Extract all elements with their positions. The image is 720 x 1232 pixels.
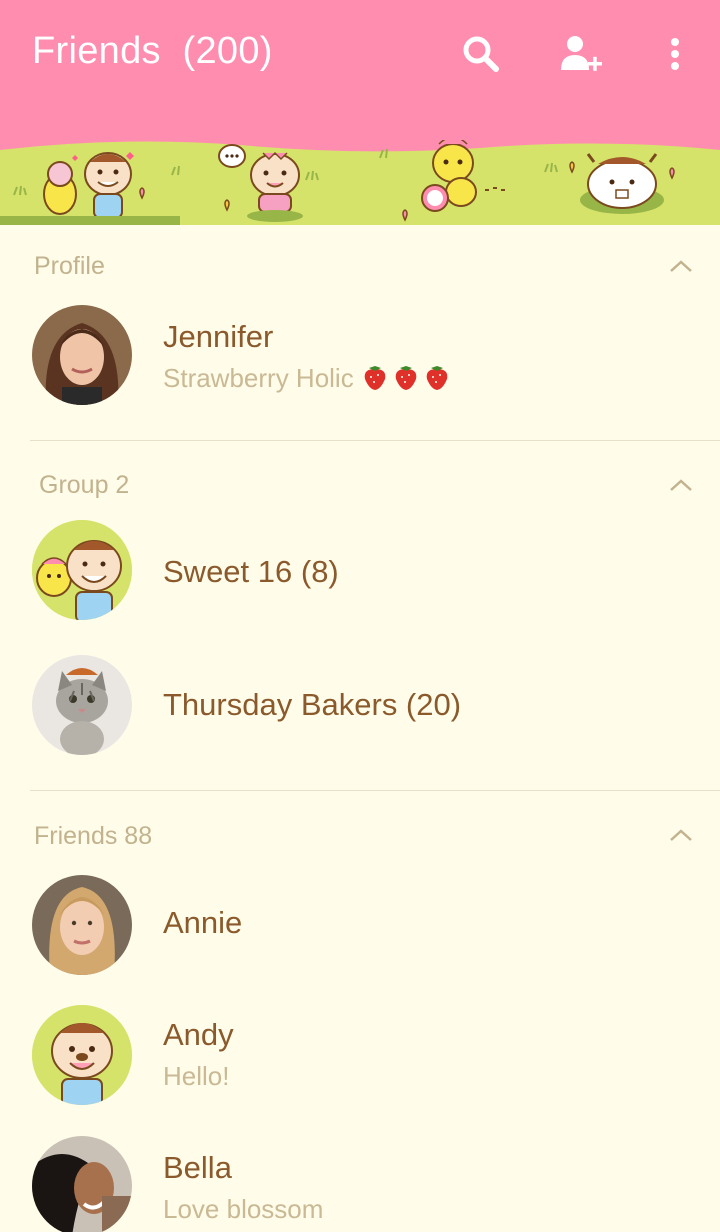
chats-tab[interactable] [215,140,335,225]
status-message: Strawberry Holic [163,363,456,398]
section-divider [30,790,720,791]
active-tab-indicator [0,216,180,225]
strawberry-icon [361,363,456,398]
status-message: Hello! [163,1061,230,1091]
more-tab[interactable] [560,148,690,223]
tab-banner [0,140,720,225]
friend-count: (200) [182,30,273,72]
group-row[interactable]: Sweet 16 (8) [0,520,720,630]
group-name: Thursday Bakers (20) [163,687,462,722]
avatar [32,520,132,620]
section-divider [30,440,720,441]
collapse-chevron-icon[interactable] [668,827,694,843]
avatar [32,305,132,405]
tab-indicator-bar [0,216,720,225]
friend-row[interactable]: Bella Love blossom [0,1136,720,1232]
avatar [32,655,132,755]
timeline-tab[interactable] [395,140,510,225]
group-row[interactable]: Thursday Bakers (20) [0,655,720,765]
contact-name: Jennifer [163,319,274,354]
title-text: Friends [32,30,161,72]
friend-row[interactable]: Andy Hello! [0,1005,720,1115]
avatar [32,1136,132,1232]
contact-name: Bella [163,1150,232,1185]
section-header-profile: Profile [34,252,105,280]
section-header-friends: Friends 88 [34,822,153,850]
friends-tab[interactable] [38,148,178,225]
contact-name: Annie [163,905,243,940]
page-title: Friends (200) [32,30,273,73]
friend-row[interactable]: Annie [0,875,720,985]
add-friend-icon[interactable] [556,30,604,78]
collapse-chevron-icon[interactable] [668,258,694,274]
contact-name: Andy [163,1017,234,1052]
group-name: Sweet 16 (8) [163,554,339,589]
section-header-groups: Group 2 [39,471,130,499]
more-vertical-icon[interactable] [651,30,699,78]
collapse-chevron-icon[interactable] [668,477,694,493]
search-icon[interactable] [457,30,505,78]
status-message: Love blossom [163,1194,324,1224]
status-text: Strawberry Holic [163,363,354,393]
app-header: Friends (200) [0,0,720,140]
avatar [32,1005,132,1105]
profile-row[interactable]: Jennifer Strawberry Holic [0,305,720,415]
avatar [32,875,132,975]
